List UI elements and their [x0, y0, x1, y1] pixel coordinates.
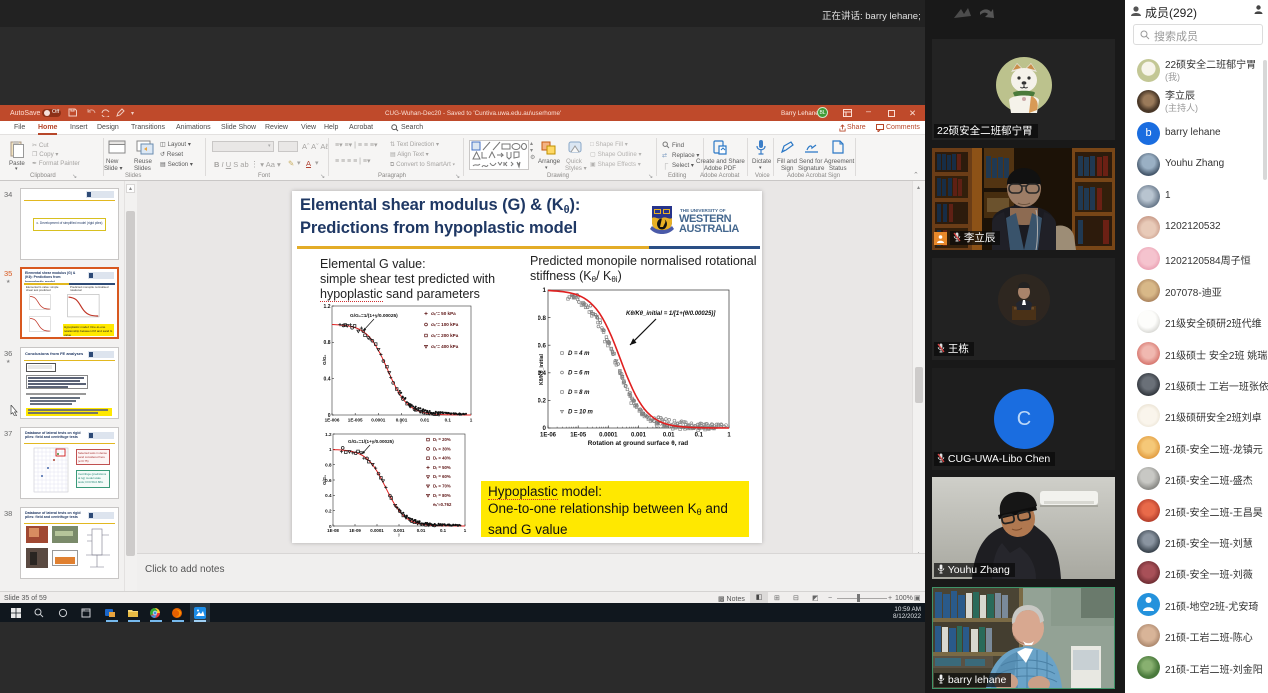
svg-text:Kθ/Kθ_initial = 1/[1+(θ/0.0002: Kθ/Kθ_initial = 1/[1+(θ/0.00025)] [626, 311, 716, 317]
svg-text:Dᵣ = 30%: Dᵣ = 30% [433, 446, 451, 451]
svg-text:σₖ'= 200 kPa: σₖ'= 200 kPa [431, 333, 459, 338]
svg-text:0.4: 0.4 [325, 493, 332, 498]
svg-text:0.8: 0.8 [324, 340, 331, 346]
svg-text:Dᵣ = 20%: Dᵣ = 20% [433, 437, 451, 442]
svg-text:Kθ/Kθ_initial: Kθ/Kθ_initial [539, 353, 545, 385]
svg-text:1: 1 [329, 447, 332, 452]
svg-text:D = 6 m: D = 6 m [568, 371, 590, 377]
svg-text:0.01: 0.01 [417, 528, 426, 533]
svg-text:0.1: 0.1 [440, 528, 447, 533]
svg-text:σₖ'= 50 kPa: σₖ'= 50 kPa [431, 311, 456, 316]
svg-text:1: 1 [543, 287, 547, 294]
svg-text:0.2: 0.2 [325, 509, 332, 514]
svg-text:G/G₀=1/(1+γ/0.00025): G/G₀=1/(1+γ/0.00025) [348, 439, 394, 444]
svg-text:0: 0 [543, 425, 547, 432]
svg-text:1E-006: 1E-006 [325, 418, 340, 423]
svg-text:0.0001: 0.0001 [599, 433, 618, 439]
svg-text:0.8: 0.8 [325, 463, 332, 468]
svg-text:1E-08: 1E-08 [327, 528, 339, 533]
svg-text:1.2: 1.2 [325, 432, 332, 437]
svg-text:G/G₀: G/G₀ [322, 475, 327, 485]
svg-text:eₖ'≈0.762: eₖ'≈0.762 [433, 502, 452, 507]
svg-text:Rotation at ground surface θ,: Rotation at ground surface θ, rad [588, 440, 688, 447]
svg-text:1.2: 1.2 [324, 304, 331, 310]
svg-text:D = 4 m: D = 4 m [568, 351, 590, 357]
svg-text:D = 8 m: D = 8 m [568, 390, 590, 396]
svg-text:1: 1 [727, 433, 731, 439]
svg-text:1E-05: 1E-05 [570, 433, 587, 439]
svg-text:0.6: 0.6 [538, 342, 547, 349]
svg-text:0.01: 0.01 [420, 418, 429, 423]
svg-text:0.001: 0.001 [631, 433, 647, 439]
svg-text:Dᵣ = 80%: Dᵣ = 80% [433, 493, 451, 498]
svg-text:σₖ'= 100 kPa: σₖ'= 100 kPa [431, 322, 459, 327]
svg-text:0.8: 0.8 [538, 315, 547, 322]
svg-text:0.1: 0.1 [445, 418, 452, 423]
svg-text:0.4: 0.4 [324, 377, 331, 383]
svg-text:1E-09: 1E-09 [349, 528, 361, 533]
svg-text:Dᵣ = 40%: Dᵣ = 40% [433, 456, 451, 461]
svg-text:G/G₀: G/G₀ [322, 355, 327, 366]
svg-text:Dᵣ = 70%: Dᵣ = 70% [433, 484, 451, 489]
svg-text:1E-005: 1E-005 [348, 418, 363, 423]
svg-text:0.0001: 0.0001 [370, 528, 384, 533]
svg-text:0.1: 0.1 [695, 433, 704, 439]
svg-text:1: 1 [464, 528, 467, 533]
svg-text:0.2: 0.2 [538, 398, 547, 405]
svg-text:AUSTRALIA: AUSTRALIA [679, 223, 739, 235]
svg-text:0.0001: 0.0001 [371, 418, 385, 423]
svg-text:1: 1 [470, 418, 473, 423]
svg-text:1E-06: 1E-06 [540, 433, 557, 439]
svg-text:G/G₀=1/(1+γ/0.00025): G/G₀=1/(1+γ/0.00025) [350, 313, 398, 319]
svg-text:σₖ'= 400 kPa: σₖ'= 400 kPa [431, 344, 459, 349]
svg-text:Dᵣ = 50%: Dᵣ = 50% [433, 465, 451, 470]
svg-text:Dᵣ = 60%: Dᵣ = 60% [433, 474, 451, 479]
svg-text:D = 10 m: D = 10 m [568, 410, 594, 416]
svg-text:0.01: 0.01 [663, 433, 675, 439]
